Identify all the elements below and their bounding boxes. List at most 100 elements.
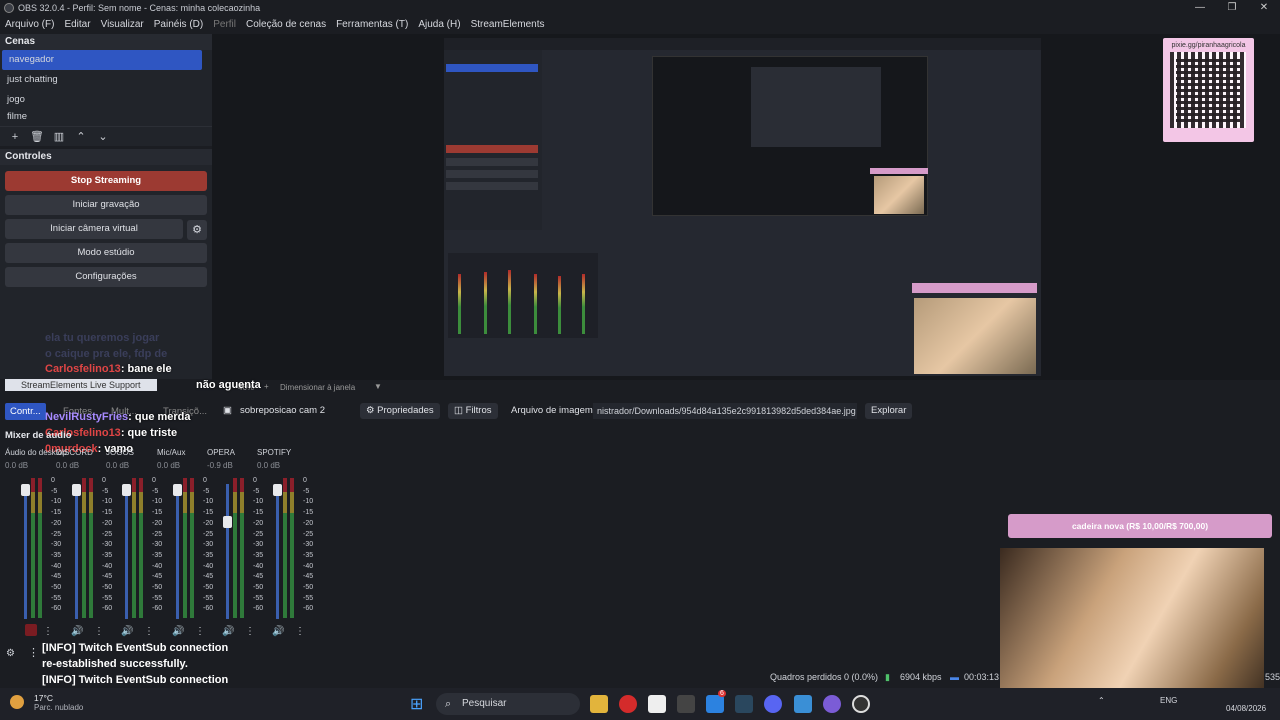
filter-icon[interactable]: ▥ bbox=[50, 129, 68, 145]
resize-mode[interactable]: Dimensionar à janela bbox=[280, 383, 355, 392]
chevron-down-icon[interactable]: ▼ bbox=[374, 382, 382, 391]
muted-icon[interactable] bbox=[25, 624, 37, 636]
menu-dots-icon[interactable]: ⋮ bbox=[43, 626, 53, 637]
meter-scale: 0 -5 -10 -15 -20 -25 -30 -35 -40 -45 -50 -55 -60 bbox=[303, 476, 313, 615]
menu-dots-icon[interactable]: ⋮ bbox=[28, 646, 39, 659]
channel-db: -0.9 dB bbox=[207, 461, 233, 470]
twitch-icon[interactable] bbox=[823, 695, 841, 713]
volume-fader-handle[interactable] bbox=[72, 484, 81, 496]
audio-mixer: Mixer de áudio Áudio do desktop 0.0 dB 0 -5… bbox=[0, 428, 1000, 643]
menu-dots-icon[interactable]: ⋮ bbox=[195, 626, 205, 637]
app-icon[interactable] bbox=[794, 695, 812, 713]
volume-fader-handle[interactable] bbox=[173, 484, 182, 496]
minimize-button[interactable]: — bbox=[1184, 0, 1216, 16]
level-meter bbox=[233, 478, 237, 618]
opera-icon[interactable] bbox=[619, 695, 637, 713]
meter-tick-label: -30 bbox=[303, 541, 314, 549]
search-input[interactable]: ⌕ Pesquisar bbox=[436, 693, 580, 715]
menu-dots-icon[interactable]: ⋮ bbox=[295, 626, 305, 637]
weather-condition: Parc. nublado bbox=[34, 703, 84, 712]
settings-cog-icon[interactable]: ⚙ bbox=[6, 648, 15, 659]
notion-icon[interactable] bbox=[648, 695, 666, 713]
start-recording-button[interactable]: Iniciar gravação bbox=[5, 195, 207, 215]
mixer-channel: JOGOS 0.0 dB 0 -5 -10 -15 -20 -25 -30 -35 -40 -45 -5… bbox=[106, 448, 162, 648]
zoom-in-icon[interactable]: + bbox=[264, 382, 269, 391]
add-scene-icon[interactable]: + bbox=[6, 129, 24, 145]
mixer-channel: DISCORD 0.0 dB 0 -5 -10 -15 -20 -25 -30 -35 -40 -45… bbox=[56, 448, 112, 648]
move-up-icon[interactable]: ⌃ bbox=[72, 129, 90, 145]
preview-canvas[interactable]: pixie.gg/piranhaagricola bbox=[212, 34, 1280, 380]
speaker-icon[interactable]: 🔊 bbox=[172, 626, 184, 637]
qr-label: pixie.gg/piranhaagricola bbox=[1171, 42, 1246, 49]
menu-streamelements[interactable]: StreamElements bbox=[471, 19, 545, 30]
level-meter bbox=[89, 478, 93, 618]
scene-item-jogo[interactable]: jogo bbox=[0, 90, 212, 110]
volume-fader[interactable] bbox=[24, 484, 27, 619]
virtual-camera-button[interactable]: Iniciar câmera virtual bbox=[5, 219, 183, 239]
level-meter bbox=[183, 478, 187, 618]
scene-item-navegador[interactable]: navegador bbox=[2, 50, 202, 70]
menu-docks[interactable]: Painéis (D) bbox=[154, 19, 203, 30]
calendar-icon[interactable] bbox=[677, 695, 695, 713]
channel-name: SPOTIFY bbox=[257, 448, 292, 457]
volume-fader-handle[interactable] bbox=[273, 484, 282, 496]
menu-view[interactable]: Visualizar bbox=[101, 19, 144, 30]
trash-icon[interactable]: 🗑 bbox=[28, 129, 46, 145]
menu-tools[interactable]: Ferramentas (T) bbox=[336, 19, 408, 30]
maximize-button[interactable]: ❐ bbox=[1216, 0, 1248, 16]
controls-header: Controles bbox=[0, 149, 212, 165]
volume-fader-handle[interactable] bbox=[21, 484, 30, 496]
menu-dots-icon[interactable]: ⋮ bbox=[144, 626, 154, 637]
gear-icon[interactable]: ⚙ bbox=[187, 220, 207, 240]
channel-db: 0.0 dB bbox=[5, 461, 29, 470]
image-path-field[interactable]: nistrador/Downloads/954d84a135e2c9918139… bbox=[593, 403, 857, 419]
menu-dots-icon[interactable]: ⋮ bbox=[94, 626, 104, 637]
menu-scene-collection[interactable]: Coleção de cenas bbox=[246, 19, 326, 30]
menu-profile[interactable]: Perfil bbox=[213, 19, 236, 30]
clock-date[interactable]: 04/08/2026 bbox=[1226, 704, 1266, 713]
volume-fader-handle[interactable] bbox=[223, 516, 232, 529]
volume-fader[interactable] bbox=[276, 484, 279, 619]
menu-help[interactable]: Ajuda (H) bbox=[418, 19, 460, 30]
weather-widget[interactable]: 17°C Parc. nublado bbox=[10, 693, 84, 712]
properties-button[interactable]: ⚙ Propriedades bbox=[360, 403, 440, 419]
file-explorer-icon[interactable] bbox=[590, 695, 608, 713]
speaker-icon[interactable]: 🔊 bbox=[121, 626, 133, 637]
speaker-icon[interactable]: 🔊 bbox=[272, 626, 284, 637]
meter-tick-label: -25 bbox=[303, 530, 314, 538]
scene-item-just-chatting[interactable]: just chatting bbox=[0, 70, 212, 90]
tray-chevron-icon[interactable]: ⌃ bbox=[1098, 696, 1105, 705]
close-button[interactable]: ✕ bbox=[1248, 0, 1280, 16]
level-meter bbox=[132, 478, 136, 618]
volume-fader[interactable] bbox=[75, 484, 78, 619]
discord-icon[interactable] bbox=[764, 695, 782, 713]
speaker-icon[interactable]: 🔊 bbox=[71, 626, 83, 637]
menu-edit[interactable]: Editar bbox=[64, 19, 90, 30]
properties-label: Propriedades bbox=[377, 405, 434, 416]
chat-text: bane ele bbox=[127, 363, 172, 375]
scenes-header: Cenas bbox=[0, 34, 212, 50]
windows-start-icon[interactable]: ⊞ bbox=[410, 694, 423, 714]
studio-mode-button[interactable]: Modo estúdio bbox=[5, 243, 207, 263]
volume-fader-handle[interactable] bbox=[122, 484, 131, 496]
obs-icon[interactable] bbox=[852, 695, 870, 713]
language-indicator[interactable]: ENG bbox=[1160, 696, 1177, 705]
steam-icon[interactable] bbox=[735, 695, 753, 713]
level-meter bbox=[31, 478, 35, 618]
scene-item-filme[interactable]: filme bbox=[0, 110, 212, 120]
store-icon[interactable] bbox=[706, 695, 724, 713]
meter-tick-label: -60 bbox=[303, 605, 314, 613]
volume-fader[interactable] bbox=[125, 484, 128, 619]
menu-file[interactable]: Arquivo (F) bbox=[5, 19, 54, 30]
window-title: OBS 32.0.4 - Perfil: Sem nome - Cenas: m… bbox=[18, 3, 261, 13]
speaker-icon[interactable]: 🔊 bbox=[222, 626, 234, 637]
menu-dots-icon[interactable]: ⋮ bbox=[245, 626, 255, 637]
volume-fader[interactable] bbox=[176, 484, 179, 619]
volume-fader[interactable] bbox=[226, 484, 229, 619]
filters-button[interactable]: ◫ Filtros bbox=[448, 403, 498, 419]
browse-button[interactable]: Explorar bbox=[865, 403, 913, 419]
stop-streaming-button[interactable]: Stop Streaming bbox=[5, 171, 207, 191]
stream-time: 00:03:13 bbox=[964, 672, 1000, 682]
move-down-icon[interactable]: ⌄ bbox=[94, 129, 112, 145]
settings-button[interactable]: Configurações bbox=[5, 267, 207, 287]
